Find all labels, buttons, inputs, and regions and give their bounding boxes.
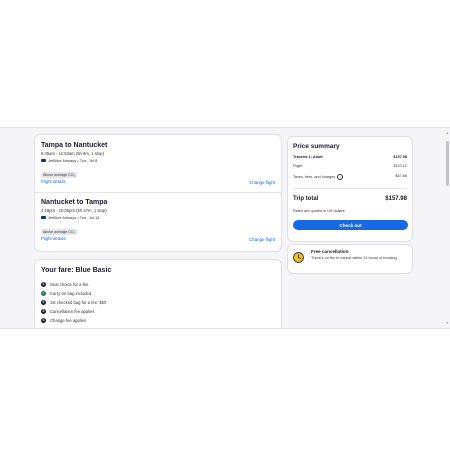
currency-note: Rates are quoted in US dollars <box>293 209 345 213</box>
traveler-label: Traveler 1: Adult <box>293 155 323 159</box>
airline-logo-icon <box>41 159 46 162</box>
clock-icon <box>293 252 304 263</box>
taxes-row: Taxes, fees, and charges i $47.86 <box>293 174 407 180</box>
co2-badge: Above average CO₂ <box>41 172 77 178</box>
taxes-amount: $47.86 <box>395 174 407 178</box>
fare-feature-text: 1st checked bag for a fee: $50 <box>50 300 107 305</box>
fare-feature-text: Carry-on bag included <box>50 291 92 296</box>
fee-icon: $ <box>41 308 46 314</box>
traveler-row: Traveler 1: Adult $157.98 <box>293 155 407 159</box>
fare-feature: $ 1st checked bag for a fee: $50 <box>41 298 106 307</box>
fee-icon: $ <box>41 317 46 323</box>
leg-times: 6:45am - 11:53am (5h 8m, 1 stop) <box>41 151 104 156</box>
info-icon[interactable]: i <box>337 174 344 180</box>
cancellation-text: There's no fee to cancel within 24 hours… <box>311 256 398 260</box>
trip-total-label: Trip total <box>293 196 319 202</box>
flights-card: Tampa to Nantucket 6:45am - 11:53am (5h … <box>34 134 282 252</box>
fee-icon: $ <box>41 299 46 305</box>
co2-badge: Above average CO₂ <box>41 229 77 235</box>
fare-feature: $ Seat choice for a fee <box>41 280 106 289</box>
trip-total-row: Trip total $157.98 <box>293 196 407 202</box>
fare-feature-text: Cancellation fee applies <box>50 309 95 314</box>
free-cancellation-card: Free cancellation There's no fee to canc… <box>287 244 413 274</box>
check-out-button[interactable]: Check out <box>293 220 408 230</box>
leg-title: Tampa to Nantucket <box>41 142 108 149</box>
airline-logo-icon <box>41 216 46 219</box>
cancellation-title: Free cancellation <box>311 249 349 254</box>
price-summary-title: Price summary <box>293 143 340 150</box>
flight-leg-return: Nantucket to Tampa 4:18pm - 10:05pm (5h … <box>41 199 275 242</box>
fare-card: Your fare: Blue Basic $ Seat choice for … <box>34 259 282 328</box>
airline-info: JetBlue Airways • Tue, Jul 15 <box>48 215 100 220</box>
change-flight-link[interactable]: Change flight <box>249 237 275 242</box>
scrollbar-thumb[interactable] <box>446 141 449 186</box>
flight-details-link[interactable]: Flight details <box>41 236 66 241</box>
fare-feature: ✓ Carry-on bag included <box>41 289 106 298</box>
fare-feature: $ Change fee applies <box>41 316 106 325</box>
flight-price-label: Flight <box>293 164 303 168</box>
price-summary-card: Price summary Traveler 1: Adult $157.98 … <box>287 136 413 242</box>
scroll-down-icon[interactable]: ▼ <box>446 321 449 325</box>
flight-details-link[interactable]: Flight details <box>41 179 66 184</box>
leg-title: Nantucket to Tampa <box>41 199 108 206</box>
airline-info: JetBlue Airways • Tue, Jul 8 <box>48 158 98 163</box>
leg-times: 4:18pm - 10:05pm (5h 47m, 1 stop) <box>41 208 107 213</box>
leg-divider <box>35 192 281 193</box>
fare-feature: $ Cancellation fee applies <box>41 307 106 316</box>
traveler-amount: $157.98 <box>393 155 407 159</box>
change-flight-link[interactable]: Change flight <box>249 180 275 185</box>
taxes-label-group: Taxes, fees, and charges i <box>293 174 344 180</box>
fee-icon: $ <box>41 281 46 287</box>
flight-leg-outbound: Tampa to Nantucket 6:45am - 11:53am (5h … <box>41 142 275 185</box>
booking-page: Tampa to Nantucket 6:45am - 11:53am (5h … <box>0 127 450 329</box>
fare-title: Your fare: Blue Basic <box>41 267 112 274</box>
price-divider <box>293 188 407 189</box>
fare-feature-text: Change fee applies <box>50 318 87 323</box>
fare-features-list: $ Seat choice for a fee ✓ Carry-on bag i… <box>41 280 106 325</box>
trip-total-amount: $157.98 <box>385 196 407 202</box>
flight-price-row: Flight $110.12 <box>293 164 407 168</box>
flight-price-amount: $110.12 <box>393 164 407 168</box>
fare-feature-text: Seat choice for a fee <box>50 282 89 287</box>
check-icon: ✓ <box>41 290 46 296</box>
scroll-up-icon[interactable]: ▲ <box>446 131 449 135</box>
taxes-label: Taxes, fees, and charges <box>293 175 336 179</box>
airline-row: JetBlue Airways • Tue, Jul 8 <box>41 158 275 163</box>
airline-row: JetBlue Airways • Tue, Jul 15 <box>41 215 275 220</box>
